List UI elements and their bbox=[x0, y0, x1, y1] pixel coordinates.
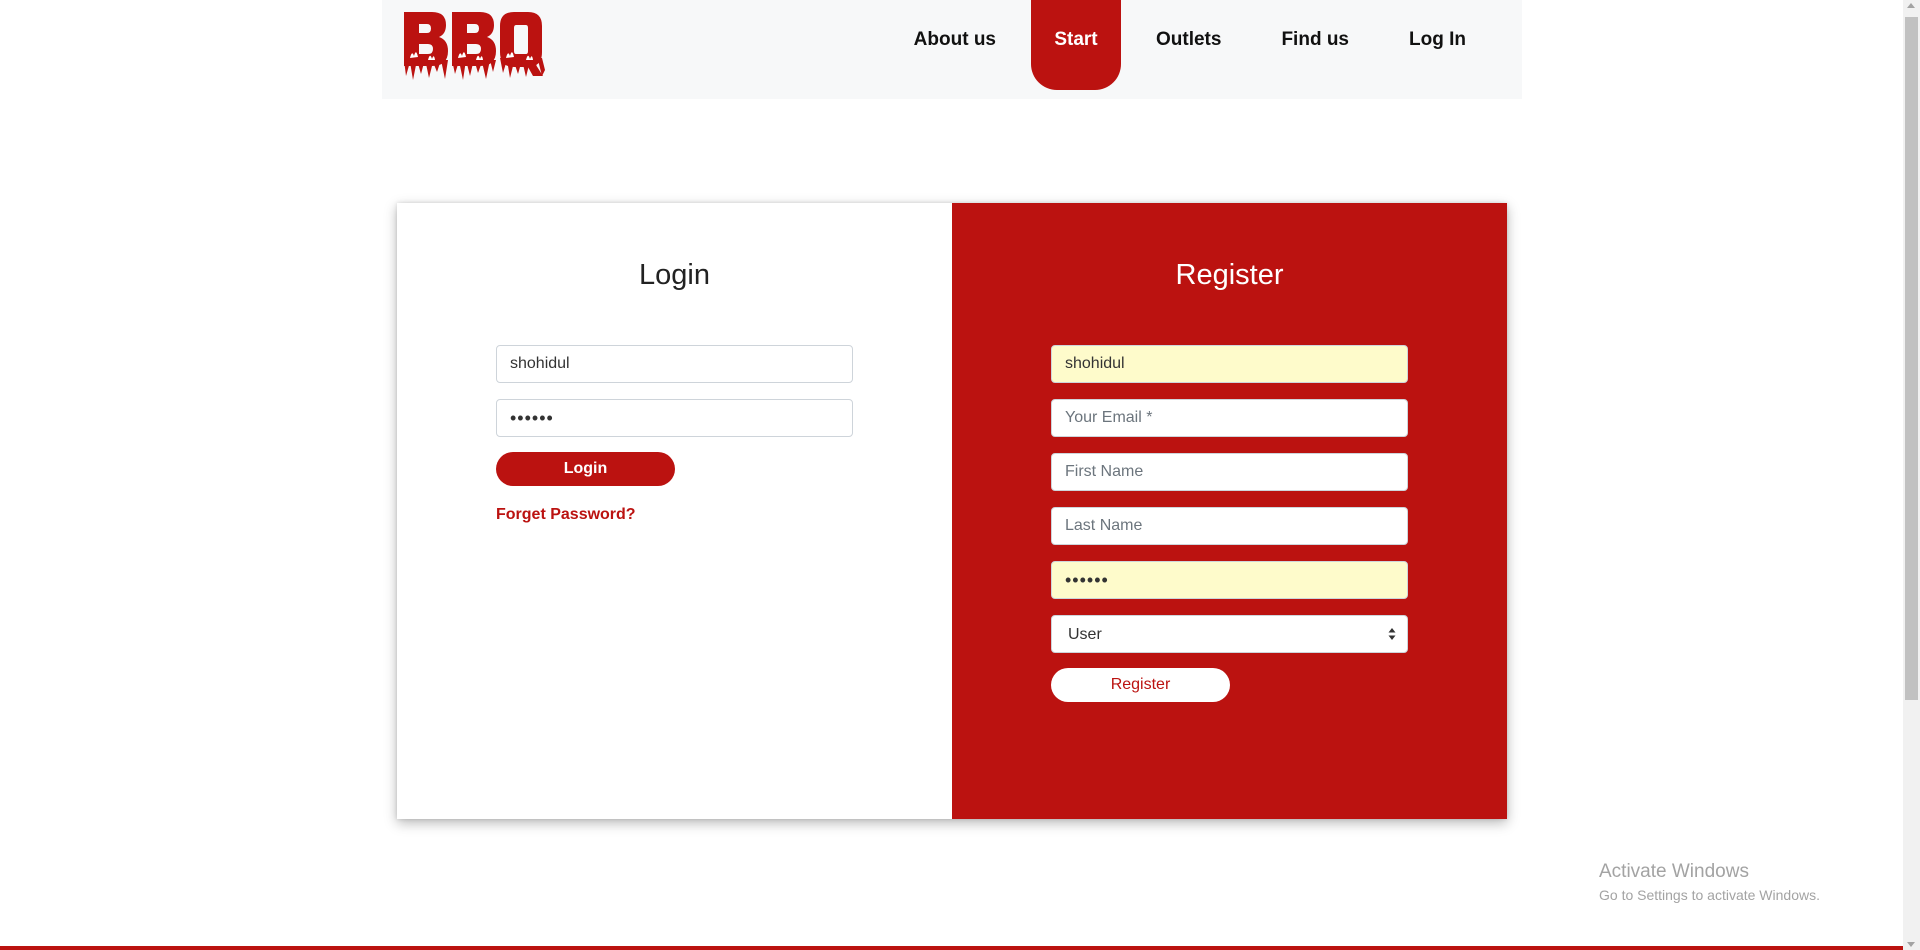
register-email-input[interactable] bbox=[1051, 399, 1408, 437]
scrollbar-thumb[interactable] bbox=[1905, 17, 1918, 700]
register-panel: Register User Register bbox=[952, 203, 1507, 819]
main-nav: About us Start Outlets Find us Log In bbox=[884, 0, 1496, 90]
nav-outlets[interactable]: Outlets bbox=[1126, 0, 1251, 90]
forget-password-link[interactable]: Forget Password? bbox=[496, 506, 636, 524]
role-select[interactable]: User bbox=[1051, 615, 1408, 653]
register-username-input[interactable] bbox=[1051, 345, 1408, 383]
watermark-title: Activate Windows bbox=[1599, 861, 1749, 882]
auth-card: Login Login Forget Password? Register Us… bbox=[397, 203, 1507, 819]
register-form: User Register bbox=[1051, 345, 1408, 702]
login-panel: Login Login Forget Password? bbox=[397, 203, 952, 819]
scroll-down-arrow-icon[interactable] bbox=[1907, 942, 1915, 947]
page: About us Start Outlets Find us Log In Lo… bbox=[0, 0, 1920, 950]
bbq-logo[interactable] bbox=[402, 10, 547, 84]
footer-top-border bbox=[0, 946, 1903, 950]
register-title: Register bbox=[1175, 259, 1284, 291]
login-title: Login bbox=[639, 259, 710, 291]
bbq-flame-logo-icon bbox=[404, 12, 545, 80]
login-username-input[interactable] bbox=[496, 345, 853, 383]
login-form: Login Forget Password? bbox=[496, 345, 853, 524]
register-password-input[interactable] bbox=[1051, 561, 1408, 599]
activate-windows-watermark: Activate Windows Go to Settings to activ… bbox=[1599, 860, 1820, 904]
vertical-scrollbar[interactable] bbox=[1903, 0, 1920, 950]
nav-start[interactable]: Start bbox=[1031, 0, 1121, 90]
role-select-wrapper: User bbox=[1051, 615, 1408, 653]
register-first-name-input[interactable] bbox=[1051, 453, 1408, 491]
login-button[interactable]: Login bbox=[496, 452, 675, 486]
site-header: About us Start Outlets Find us Log In bbox=[382, 0, 1522, 99]
watermark-subtitle: Go to Settings to activate Windows. bbox=[1599, 887, 1820, 903]
nav-about-us[interactable]: About us bbox=[884, 0, 1026, 90]
register-last-name-input[interactable] bbox=[1051, 507, 1408, 545]
nav-find-us[interactable]: Find us bbox=[1251, 0, 1379, 90]
scroll-up-arrow-icon[interactable] bbox=[1907, 3, 1915, 8]
register-button[interactable]: Register bbox=[1051, 668, 1230, 702]
login-password-input[interactable] bbox=[496, 399, 853, 437]
nav-log-in[interactable]: Log In bbox=[1379, 0, 1496, 90]
